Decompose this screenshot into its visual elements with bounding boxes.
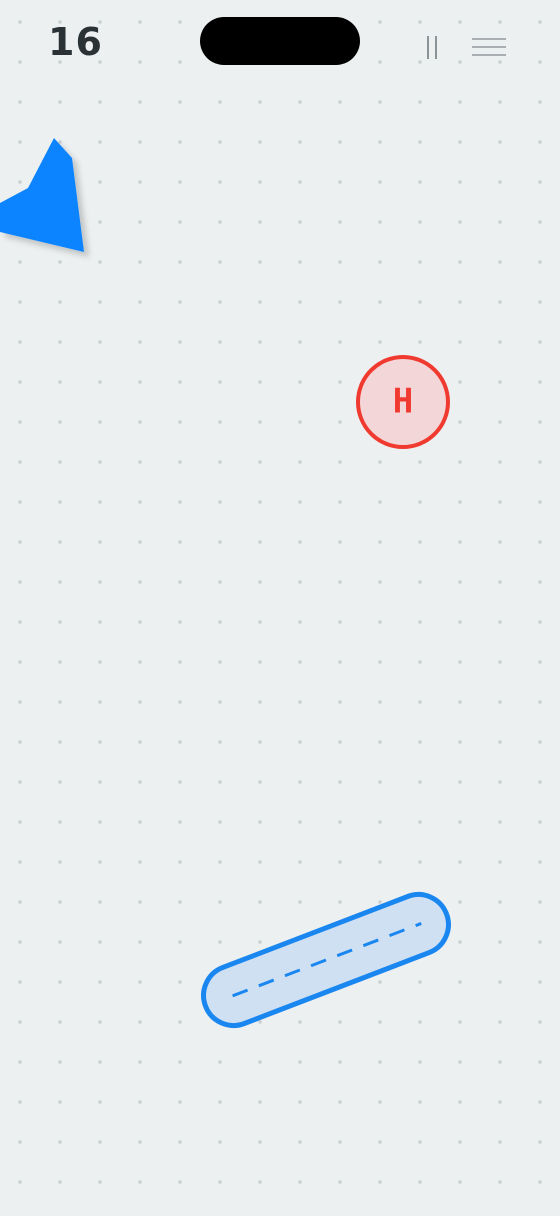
target-label: H	[393, 382, 413, 422]
playfield: H	[0, 138, 457, 1034]
game-screen[interactable]: 16 H	[0, 0, 560, 1216]
target-circle[interactable]: H	[356, 355, 450, 449]
paddle[interactable]	[195, 886, 457, 1034]
player-shape[interactable]	[0, 138, 84, 252]
